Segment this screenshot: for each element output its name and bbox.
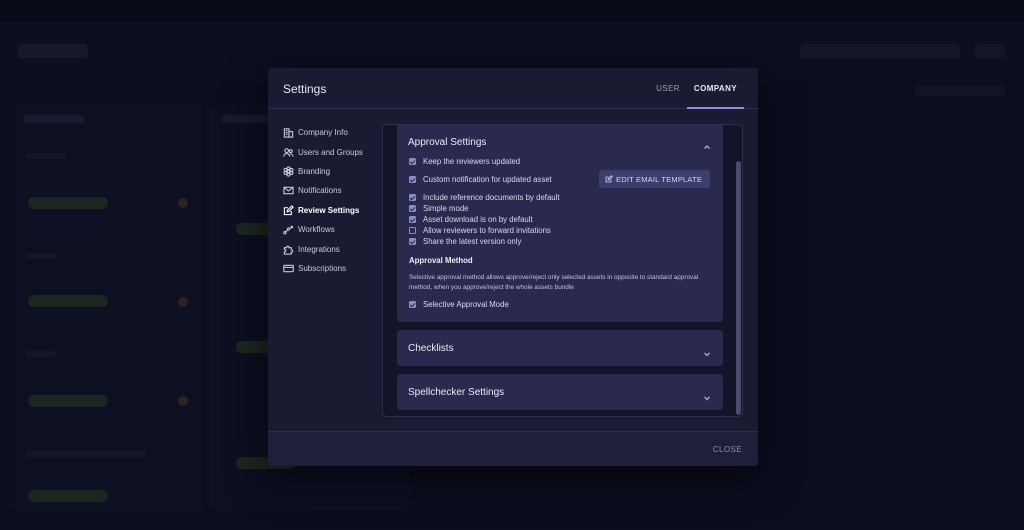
- approval-method-description: Selective approval method allows approve…: [409, 274, 699, 291]
- option-label: Custom notification for updated asset: [423, 175, 552, 184]
- palette-icon: [283, 166, 294, 177]
- edit-email-template-label: EDIT EMAIL TEMPLATE: [616, 174, 703, 184]
- option-include-reference-docs: Include reference documents by default: [409, 193, 560, 202]
- option-custom-notification: Custom notification for updated asset: [409, 175, 552, 184]
- scrollbar[interactable]: [734, 125, 742, 416]
- option-label: Share the latest version only: [423, 237, 522, 246]
- checkbox[interactable]: [409, 205, 416, 212]
- sidebar-item-notifications[interactable]: Notifications: [283, 181, 383, 200]
- option-allow-forward-invitations: Allow reviewers to forward invitations: [409, 226, 551, 235]
- settings-modal: Settings USER COMPANY Company Info Users…: [268, 68, 758, 466]
- option-asset-download: Asset download is on by default: [409, 215, 533, 224]
- sidebar-item-subscriptions[interactable]: Subscriptions: [283, 259, 383, 278]
- sidebar-item-workflows[interactable]: Workflows: [283, 220, 383, 239]
- checkbox[interactable]: [409, 176, 416, 183]
- sidebar-item-label: Review Settings: [298, 205, 360, 215]
- panel-title: Checklists: [408, 343, 454, 354]
- tab-user[interactable]: USER: [649, 68, 687, 109]
- option-label: Asset download is on by default: [423, 215, 533, 224]
- panel-title: Spellchecker Settings: [408, 387, 505, 398]
- sidebar-item-label: Integrations: [298, 244, 340, 254]
- sidebar-item-label: Company Info: [298, 128, 348, 138]
- modal-body: Company Info Users and Groups Branding N…: [268, 109, 758, 431]
- settings-content: Approval Settings Keep the reviewers upd…: [382, 124, 743, 417]
- chevron-down-icon[interactable]: [703, 345, 711, 357]
- sidebar-item-company-info[interactable]: Company Info: [283, 123, 383, 142]
- chevron-up-icon[interactable]: [703, 138, 711, 149]
- option-label: Allow reviewers to forward invitations: [423, 226, 551, 235]
- modal-header: Settings USER COMPANY: [268, 68, 758, 109]
- checkbox[interactable]: [409, 238, 416, 245]
- checkbox[interactable]: [409, 227, 416, 234]
- sidebar-item-integrations[interactable]: Integrations: [283, 239, 383, 258]
- approval-method-heading: Approval Method: [409, 256, 473, 265]
- chevron-down-icon[interactable]: [703, 389, 711, 401]
- tab-company[interactable]: COMPANY: [686, 68, 744, 109]
- edit-email-template-button[interactable]: EDIT EMAIL TEMPLATE: [599, 170, 710, 188]
- sidebar-item-label: Workflows: [298, 225, 335, 235]
- scrollbar-thumb[interactable]: [736, 161, 741, 415]
- close-button[interactable]: CLOSE: [713, 445, 742, 454]
- modal-title: Settings: [283, 82, 327, 96]
- users-icon: [283, 147, 294, 158]
- settings-sidebar: Company Info Users and Groups Branding N…: [283, 123, 383, 278]
- approval-settings-panel: Approval Settings Keep the reviewers upd…: [397, 125, 723, 322]
- checkbox[interactable]: [409, 301, 416, 308]
- spellchecker-settings-panel[interactable]: Spellchecker Settings: [397, 374, 723, 410]
- workflow-icon: [283, 224, 294, 235]
- option-label: Keep the reviewers updated: [423, 157, 521, 166]
- sidebar-item-review-settings[interactable]: Review Settings: [283, 201, 383, 220]
- tab-bar: USER COMPANY: [649, 68, 744, 109]
- card-icon: [283, 263, 294, 274]
- option-share-latest-version: Share the latest version only: [409, 237, 521, 246]
- edit-icon: [605, 175, 613, 183]
- sidebar-item-branding[interactable]: Branding: [283, 162, 383, 181]
- option-keep-reviewers-updated: Keep the reviewers updated: [409, 157, 520, 166]
- modal-footer: CLOSE: [268, 431, 758, 466]
- edit-icon: [283, 204, 294, 216]
- building-icon: [283, 127, 294, 138]
- envelope-icon: [283, 185, 294, 196]
- sidebar-item-label: Branding: [298, 166, 331, 176]
- option-label: Selective Approval Mode: [423, 300, 509, 309]
- checkbox[interactable]: [409, 158, 416, 165]
- option-simple-mode: Simple mode: [409, 204, 469, 213]
- sidebar-item-label: Subscriptions: [298, 263, 347, 273]
- option-label: Include reference documents by default: [423, 193, 560, 202]
- option-selective-approval-mode: Selective Approval Mode: [409, 300, 509, 309]
- sidebar-item-users-and-groups[interactable]: Users and Groups: [283, 142, 383, 161]
- panel-title: Approval Settings: [408, 137, 487, 148]
- sidebar-item-label: Users and Groups: [298, 147, 363, 157]
- checkbox[interactable]: [409, 216, 416, 223]
- puzzle-icon: [283, 244, 294, 255]
- checklists-panel[interactable]: Checklists: [397, 330, 723, 366]
- sidebar-item-label: Notifications: [298, 186, 342, 196]
- checkbox[interactable]: [409, 194, 416, 201]
- option-label: Simple mode: [423, 204, 469, 213]
